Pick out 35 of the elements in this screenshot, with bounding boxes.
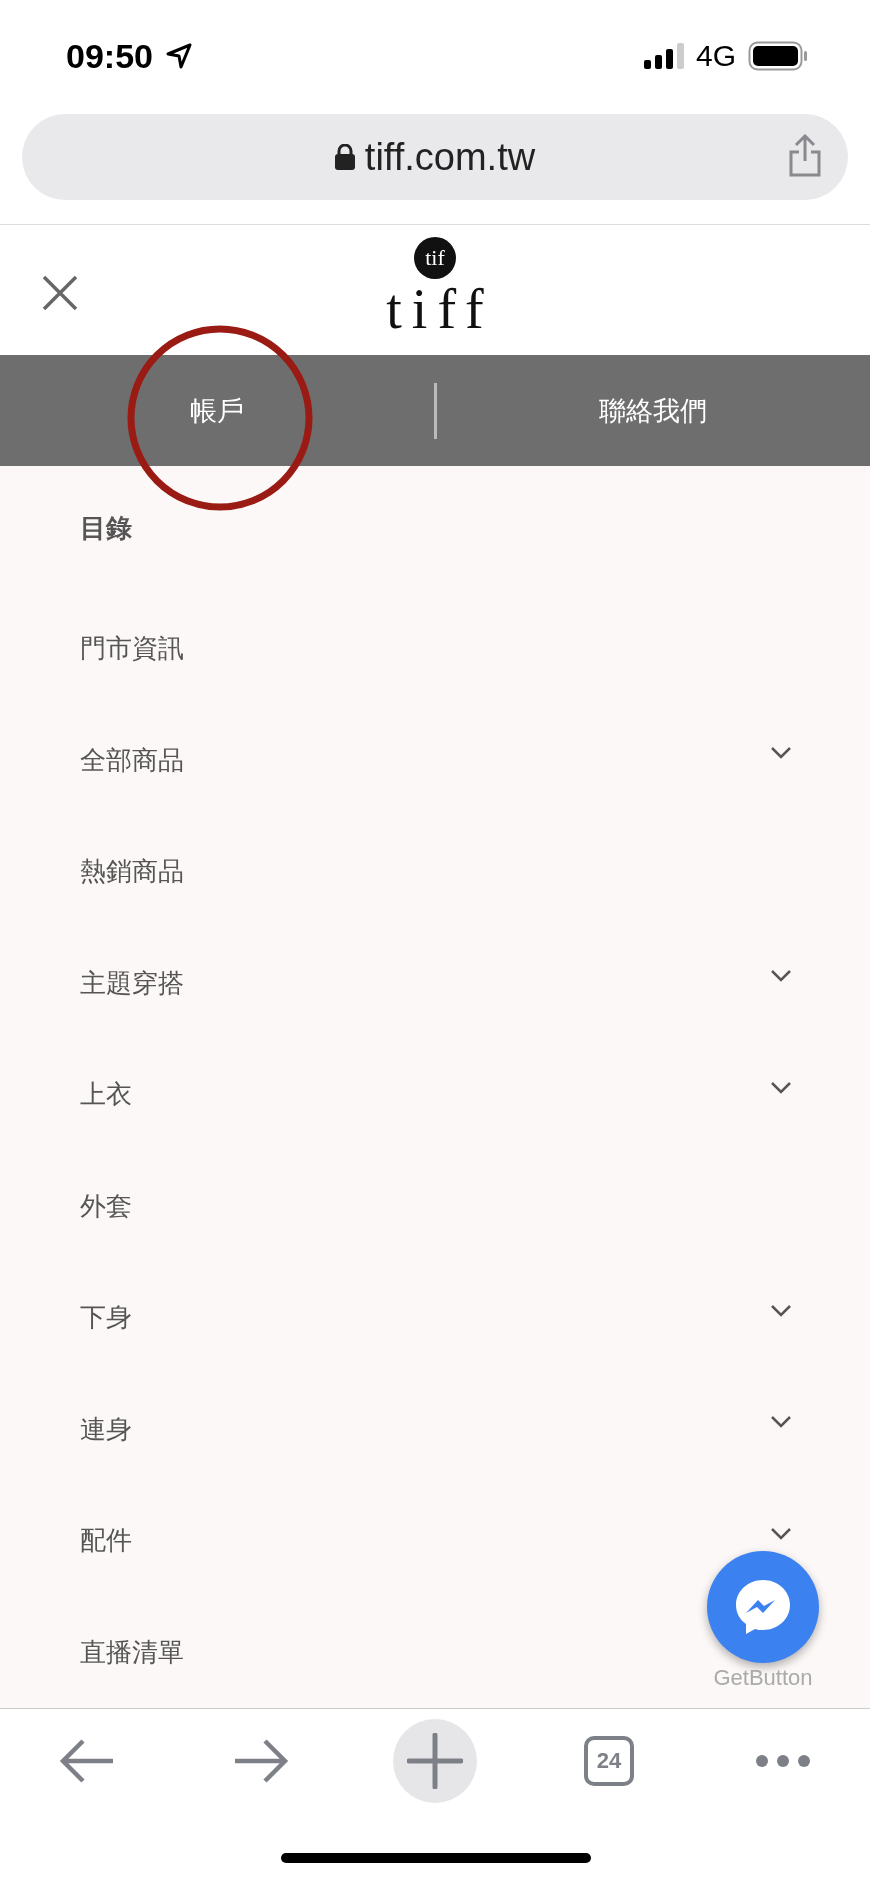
chevron-down-icon[interactable]	[770, 1080, 792, 1095]
signal-icon	[643, 43, 684, 69]
logo-text: tiff	[386, 279, 494, 339]
menu-heading: 目錄	[79, 511, 133, 545]
menu-item[interactable]: 門市資訊	[80, 631, 184, 667]
network-label: 4G	[695, 39, 736, 73]
menu-item[interactable]: 主題穿搭	[80, 965, 184, 1001]
chevron-down-icon[interactable]	[770, 1415, 792, 1430]
menu-item[interactable]: 連身	[80, 1411, 132, 1447]
tabs-button[interactable]: 24	[584, 1736, 634, 1786]
menu-item[interactable]: 下身	[80, 1300, 132, 1336]
battery-icon	[748, 41, 808, 71]
menu-item[interactable]: 直播清單	[80, 1634, 184, 1670]
lock-icon	[334, 144, 355, 170]
chevron-down-icon[interactable]	[770, 746, 792, 761]
menu-item[interactable]: 全部商品	[80, 742, 184, 778]
logo-badge: tif	[414, 237, 456, 279]
chevron-down-icon[interactable]	[770, 969, 792, 984]
address-bar[interactable]: tiff.com.tw	[22, 114, 848, 200]
share-icon[interactable]	[788, 134, 822, 178]
menu-item[interactable]: 熱銷商品	[80, 854, 184, 890]
chevron-down-icon[interactable]	[770, 1303, 792, 1318]
right-arrow-icon[interactable]	[233, 1739, 289, 1783]
widget-caption: GetButton	[713, 1665, 813, 1691]
clock-time: 09:50	[66, 36, 153, 76]
menu-item[interactable]: 外套	[80, 1188, 132, 1224]
menu-item[interactable]: 上衣	[80, 1077, 132, 1113]
url-text: tiff.com.tw	[364, 135, 536, 179]
account-bar-link[interactable]: 帳戶	[189, 392, 244, 429]
left-arrow-icon[interactable]	[59, 1739, 115, 1783]
menu-item[interactable]: 配件	[80, 1523, 132, 1559]
account-bar-link[interactable]: 聯絡我們	[599, 392, 708, 429]
dots-icon[interactable]	[755, 1754, 811, 1768]
chevron-down-icon[interactable]	[770, 1526, 792, 1541]
location-arrow-icon	[164, 42, 193, 70]
